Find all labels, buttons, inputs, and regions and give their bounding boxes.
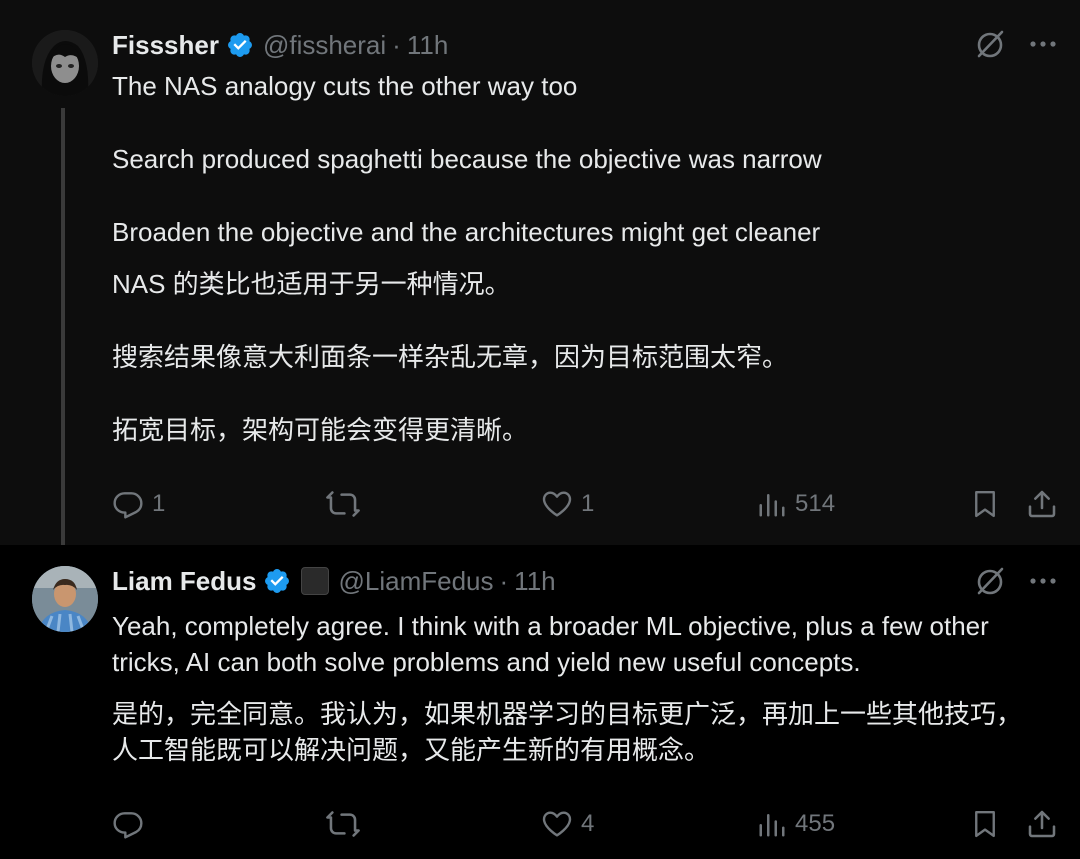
author-handle[interactable]: @fissherai <box>263 30 386 61</box>
reply-icon <box>112 808 144 840</box>
bookmark-icon <box>970 808 1000 840</box>
share-button[interactable] <box>1026 804 1058 844</box>
author-handle[interactable]: @LiamFedus <box>338 566 493 597</box>
like-icon <box>541 808 573 840</box>
like-button[interactable]: 4 <box>541 804 594 844</box>
retweet-icon <box>326 807 360 841</box>
reply-button[interactable]: 1 <box>112 484 165 524</box>
bookmark-button[interactable] <box>970 804 1000 844</box>
translation-text: NAS 的类比也适用于另一种情况。 <box>112 269 511 299</box>
grok-icon[interactable] <box>974 565 1006 597</box>
share-button[interactable] <box>1026 484 1058 524</box>
retweet-button[interactable] <box>326 484 368 524</box>
tweet-text: Search produced spaghetti because the ob… <box>112 144 822 174</box>
views-icon <box>757 489 787 519</box>
affiliation-badge-icon[interactable] <box>301 567 330 595</box>
action-bar: 4 455 <box>112 804 1062 844</box>
separator: · <box>499 565 509 596</box>
like-icon <box>541 488 573 520</box>
tweet-body: Yeah, completely agree. I think with a b… <box>112 608 1032 768</box>
views-count: 514 <box>795 490 836 517</box>
views-icon <box>757 809 787 839</box>
reply-count: 1 <box>152 490 166 517</box>
translation-text: 拓宽目标，架构可能会变得更清晰。 <box>112 415 529 445</box>
author-name[interactable]: Liam Fedus <box>112 566 256 597</box>
reply-icon <box>112 488 144 520</box>
views-count: 455 <box>795 810 836 837</box>
views-button[interactable]: 455 <box>757 804 835 844</box>
more-icon[interactable] <box>1028 566 1058 596</box>
like-button[interactable]: 1 <box>541 484 594 524</box>
timestamp[interactable]: 11h <box>407 30 448 61</box>
action-bar: 1 1 514 <box>112 484 1062 524</box>
more-icon[interactable] <box>1028 29 1058 59</box>
avatar[interactable] <box>32 566 98 632</box>
views-button[interactable]: 514 <box>757 484 835 524</box>
translation-text: 搜索结果像意大利面条一样杂乱无章，因为目标范围太窄。 <box>112 342 789 372</box>
translation-text: 是的，完全同意。我认为，如果机器学习的目标更广泛，再加上一些其他技巧，人工智能既… <box>112 699 1023 765</box>
retweet-button[interactable] <box>326 804 368 844</box>
grok-icon[interactable] <box>974 28 1006 60</box>
reply-button[interactable] <box>112 804 152 844</box>
verified-badge-icon[interactable] <box>263 567 291 595</box>
like-count: 1 <box>581 490 595 517</box>
tweet-top-icons <box>974 565 1058 597</box>
tweet-text: The NAS analogy cuts the other way too <box>112 71 578 101</box>
tweet-header: Liam Fedus @LiamFedus · 11h <box>112 564 556 598</box>
thread-line <box>61 108 65 545</box>
timestamp[interactable]: 11h <box>514 566 555 597</box>
verified-badge-icon[interactable] <box>226 31 254 59</box>
retweet-icon <box>326 487 360 521</box>
share-icon <box>1026 488 1058 520</box>
tweet-body: The NAS analogy cuts the other way too S… <box>112 68 1032 448</box>
author-name[interactable]: Fisssher <box>112 30 219 61</box>
bookmark-button[interactable] <box>970 484 1000 524</box>
share-icon <box>1026 808 1058 840</box>
avatar[interactable] <box>32 30 98 96</box>
tweet-text: Yeah, completely agree. I think with a b… <box>112 611 997 677</box>
like-count: 4 <box>581 810 595 837</box>
bookmark-icon <box>970 488 1000 520</box>
separator: · <box>392 29 401 60</box>
tweet-top-icons <box>974 28 1058 60</box>
tweet-header: Fisssher @fissherai · 11h <box>112 28 448 62</box>
tweet-text: Broaden the objective and the architectu… <box>112 217 821 247</box>
